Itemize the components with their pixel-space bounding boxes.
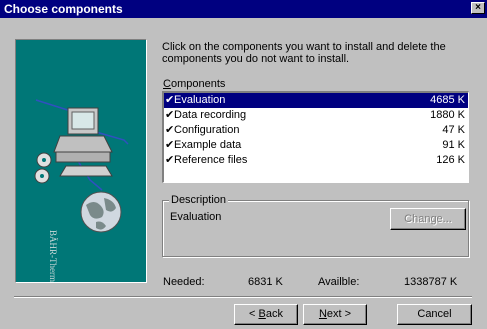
component-name: Example data xyxy=(174,139,242,151)
change-button[interactable]: Change... xyxy=(390,208,466,230)
description-legend: Description xyxy=(169,194,229,206)
checkmark-icon[interactable]: ✔ xyxy=(165,123,174,138)
next-accesskey: N xyxy=(318,308,327,320)
component-name: Evaluation xyxy=(174,94,226,106)
separator xyxy=(14,296,472,298)
needed-label: Needed: xyxy=(163,276,205,288)
component-row-data-recording[interactable]: ✔ Data recording 1880 K xyxy=(164,108,468,123)
available-label: Availble: xyxy=(318,276,360,288)
component-name: Data recording xyxy=(174,109,247,121)
component-size: 91 K xyxy=(442,139,465,151)
component-row-example-data[interactable]: ✔ Example data 91 K xyxy=(164,138,468,153)
title-bar: Choose components × xyxy=(0,0,487,18)
computer-globe-illustration xyxy=(34,99,129,233)
close-icon: × xyxy=(475,2,481,13)
component-row-evaluation[interactable]: ✔ Evaluation 4685 K xyxy=(164,93,468,108)
checkmark-icon[interactable]: ✔ xyxy=(165,93,174,108)
close-button[interactable]: × xyxy=(471,2,485,14)
needed-value: 6831 K xyxy=(248,276,283,288)
component-name: Configuration xyxy=(174,124,240,136)
vertical-brand-text: BÄHR-Thermoanalyse xyxy=(48,230,58,283)
components-listbox[interactable]: ✔ Evaluation 4685 K ✔ Data recording 188… xyxy=(162,91,469,183)
checkmark-icon[interactable]: ✔ xyxy=(165,108,174,123)
component-name: Reference files xyxy=(174,154,248,166)
back-accesskey: B xyxy=(258,308,266,320)
checkmark-icon[interactable]: ✔ xyxy=(165,138,174,153)
instructions-text: Click on the components you want to inst… xyxy=(162,41,446,65)
next-button[interactable]: Next > xyxy=(303,304,367,325)
back-prefix: < xyxy=(249,308,259,320)
component-size: 1880 K xyxy=(430,109,465,121)
back-rest: ack xyxy=(265,308,283,320)
cancel-button[interactable]: Cancel xyxy=(397,304,472,325)
next-rest: ext > xyxy=(326,308,352,320)
back-button[interactable]: < Back xyxy=(234,304,298,325)
component-size: 47 K xyxy=(442,124,465,136)
component-size: 126 K xyxy=(436,154,465,166)
component-row-reference-files[interactable]: ✔ Reference files 126 K xyxy=(164,153,468,168)
window-title: Choose components xyxy=(4,2,123,16)
description-text: Evaluation xyxy=(170,211,222,223)
components-label: Components xyxy=(163,78,225,90)
components-accesskey: C xyxy=(163,78,171,90)
checkmark-icon[interactable]: ✔ xyxy=(165,153,174,168)
setup-illustration-panel: BÄHR-Thermoanalyse xyxy=(15,39,147,283)
components-label-rest: omponents xyxy=(170,78,226,90)
component-row-configuration[interactable]: ✔ Configuration 47 K xyxy=(164,123,468,138)
available-value: 1338787 K xyxy=(404,276,458,288)
component-size: 4685 K xyxy=(430,94,465,106)
